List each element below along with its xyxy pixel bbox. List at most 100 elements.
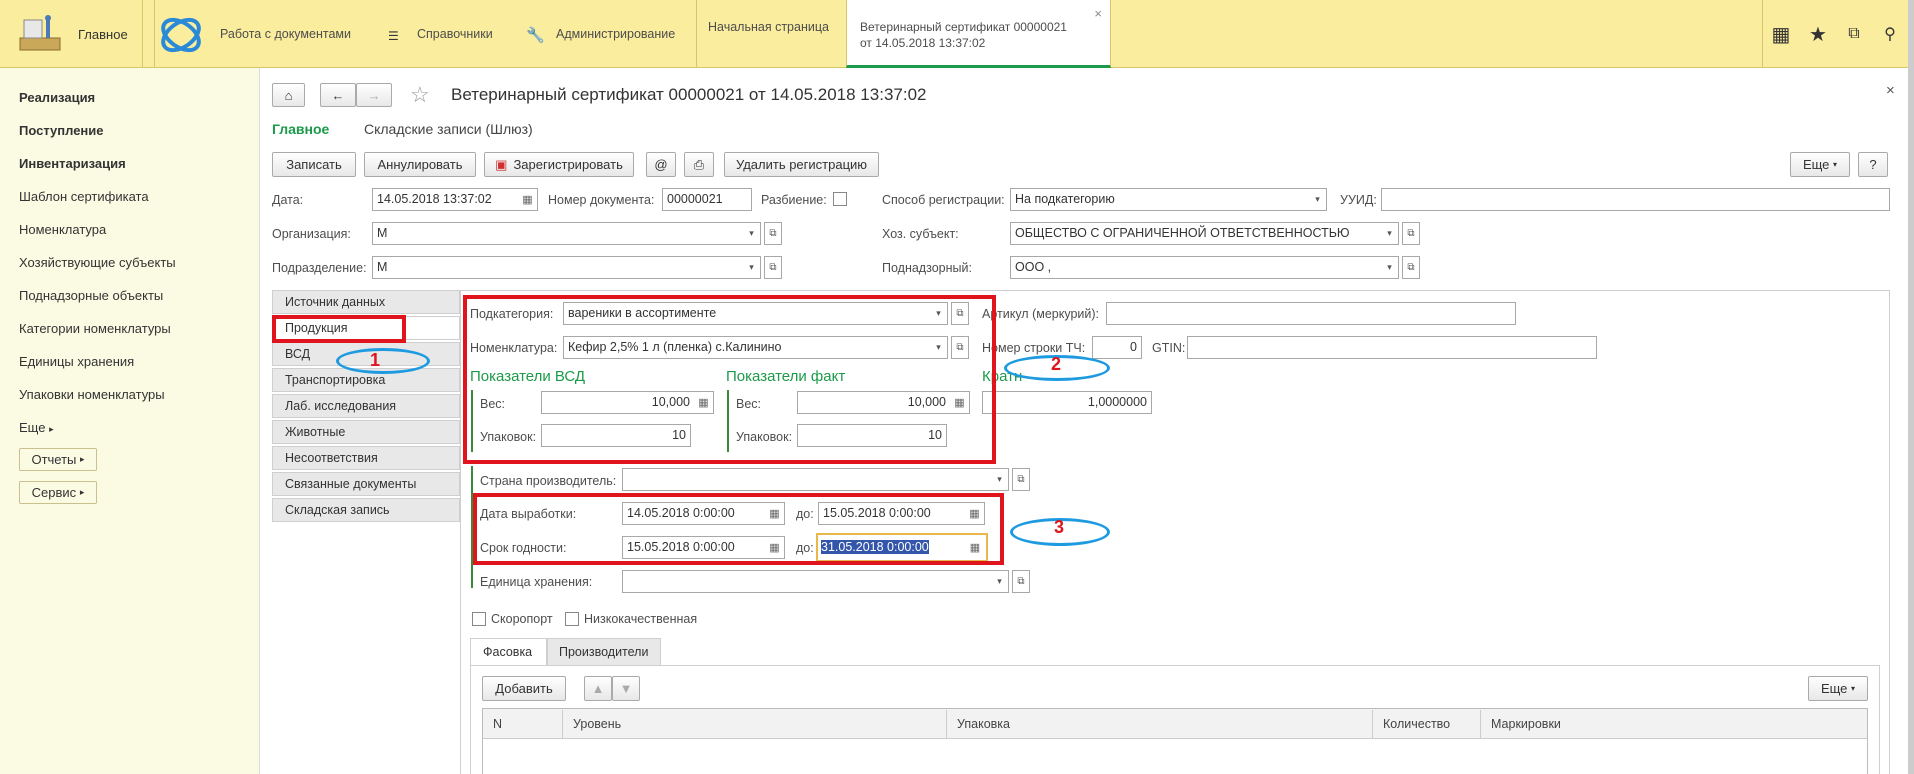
tab-start-page[interactable]: Начальная страница xyxy=(708,20,829,34)
sidetab-source[interactable]: Источник данных xyxy=(272,290,460,314)
back-button[interactable]: ← xyxy=(320,83,356,107)
move-up-button[interactable]: ▲ xyxy=(584,676,612,701)
unit-open-icon[interactable]: ⧉ xyxy=(1012,570,1030,593)
country-dropdown-icon[interactable]: ▾ xyxy=(991,468,1009,491)
star-icon[interactable]: ★ xyxy=(1806,22,1830,46)
sidetab-nonconformity[interactable]: Несоответствия xyxy=(272,446,460,470)
dept-dropdown-icon[interactable]: ▾ xyxy=(743,256,761,279)
search-icon[interactable]: ⚲ xyxy=(1878,22,1902,46)
docnum-field[interactable]: 00000021 xyxy=(662,188,752,211)
date-label: Дата: xyxy=(272,193,304,207)
nav-more[interactable]: Еще ▸ xyxy=(19,420,54,435)
nav-nomenclature[interactable]: Номенклатура xyxy=(19,222,106,237)
annul-button[interactable]: Аннулировать xyxy=(364,152,476,177)
col-level[interactable]: Уровень xyxy=(563,710,947,738)
annotation-box-3 xyxy=(473,493,1004,565)
article-label: Артикул (меркурий): xyxy=(982,307,1100,321)
home-nav-button[interactable]: ⌂ xyxy=(272,83,305,107)
ratio-field[interactable]: 1,0000000 xyxy=(982,391,1152,414)
tab-producers[interactable]: Производители xyxy=(547,638,661,666)
country-field[interactable] xyxy=(622,468,992,491)
subnav-main[interactable]: Главное xyxy=(272,121,329,137)
dept-open-icon[interactable]: ⧉ xyxy=(764,256,782,279)
col-markings[interactable]: Маркировки xyxy=(1481,710,1867,738)
register-button[interactable]: ▣ Зарегистрировать xyxy=(484,152,634,177)
move-down-button[interactable]: ▼ xyxy=(612,676,640,701)
favorite-star-icon[interactable]: ☆ xyxy=(410,82,430,108)
unit-dropdown-icon[interactable]: ▾ xyxy=(991,570,1009,593)
subject-dropdown-icon[interactable]: ▾ xyxy=(1381,222,1399,245)
section-admin[interactable]: Администрирование xyxy=(556,27,675,41)
col-packaging[interactable]: Упаковка xyxy=(947,710,1373,738)
save-button[interactable]: Записать xyxy=(272,152,356,177)
tab-close-icon[interactable]: × xyxy=(1094,6,1102,21)
org-field[interactable]: М xyxy=(372,222,744,245)
lowquality-checkbox[interactable] xyxy=(565,612,579,626)
subject-open-icon[interactable]: ⧉ xyxy=(1402,222,1420,245)
dept-label: Подразделение: xyxy=(272,261,367,275)
tab-packaging[interactable]: Фасовка xyxy=(470,638,547,666)
supervised-open-icon[interactable]: ⧉ xyxy=(1402,256,1420,279)
gtin-field[interactable] xyxy=(1187,336,1597,359)
subnav-warehouse[interactable]: Складские записи (Шлюз) xyxy=(364,121,533,137)
nav-receipt[interactable]: Поступление xyxy=(19,123,104,138)
sidetab-warehouse-record[interactable]: Складская запись xyxy=(272,498,460,522)
apps-grid-icon[interactable]: ▦ xyxy=(1769,22,1793,46)
delete-registration-button[interactable]: Удалить регистрацию xyxy=(724,152,879,177)
nav-business-entities[interactable]: Хозяйствующие субъекты xyxy=(19,255,176,270)
service-button[interactable]: Сервис ▸ xyxy=(19,481,97,504)
section-references[interactable]: Справочники xyxy=(417,27,493,41)
docnum-label: Номер документа: xyxy=(548,193,655,207)
section-documents[interactable]: Работа с документами xyxy=(220,27,351,41)
add-button[interactable]: Добавить xyxy=(482,676,566,701)
sidetab-linked-docs[interactable]: Связанные документы xyxy=(272,472,460,496)
lowquality-label: Низкокачественная xyxy=(584,612,698,626)
rownum-field[interactable]: 0 xyxy=(1092,336,1142,359)
unit-label: Единица хранения: xyxy=(480,575,593,589)
subject-field[interactable]: ОБЩЕСТВО С ОГРАНИЧЕННОЙ ОТВЕТСТВЕННОСТЬЮ xyxy=(1010,222,1382,245)
nav-cert-template[interactable]: Шаблон сертификата xyxy=(19,189,149,204)
col-quantity[interactable]: Количество xyxy=(1373,710,1481,738)
article-field[interactable] xyxy=(1106,302,1516,325)
supervised-field[interactable]: ООО , xyxy=(1010,256,1382,279)
nav-storage-units[interactable]: Единицы хранения xyxy=(19,354,134,369)
supervised-label: Поднадзорный: xyxy=(882,261,972,275)
org-label: Организация: xyxy=(272,227,351,241)
list-icon: ☰ xyxy=(388,29,399,43)
tab-certificate[interactable]: Ветеринарный сертификат 00000021 от 14.0… xyxy=(846,0,1111,68)
col-n[interactable]: N xyxy=(483,710,563,738)
help-button[interactable]: ? xyxy=(1858,152,1888,177)
date-field[interactable]: 14.05.2018 13:37:02 xyxy=(372,188,521,211)
org-dropdown-icon[interactable]: ▾ xyxy=(743,222,761,245)
org-open-icon[interactable]: ⧉ xyxy=(764,222,782,245)
forward-button[interactable]: → xyxy=(356,83,392,107)
annotation-number-2: 2 xyxy=(1051,354,1062,374)
reports-label: Отчеты xyxy=(31,452,77,467)
reports-button[interactable]: Отчеты ▸ xyxy=(19,448,97,471)
regmethod-dropdown-icon[interactable]: ▾ xyxy=(1309,188,1327,211)
print-button[interactable]: ⎙ xyxy=(684,152,714,177)
nav-nomen-categories[interactable]: Категории номенклатуры xyxy=(19,321,171,336)
history-icon[interactable]: ⧉ xyxy=(1842,22,1866,46)
sidetab-animals[interactable]: Животные xyxy=(272,420,460,444)
nav-sales[interactable]: Реализация xyxy=(19,90,95,105)
supervised-dropdown-icon[interactable]: ▾ xyxy=(1381,256,1399,279)
more-button[interactable]: Еще ▾ xyxy=(1790,152,1850,177)
subject-label: Хоз. субъект: xyxy=(882,227,959,241)
country-open-icon[interactable]: ⧉ xyxy=(1012,468,1030,491)
dept-field[interactable]: М xyxy=(372,256,744,279)
calendar-icon[interactable]: ▦ xyxy=(518,188,538,211)
unit-field[interactable] xyxy=(622,570,992,593)
sidetab-lab[interactable]: Лаб. исследования xyxy=(272,394,460,418)
regmethod-field[interactable]: На подкатегорию xyxy=(1010,188,1310,211)
nav-nomen-packaging[interactable]: Упаковки номенклатуры xyxy=(19,387,165,402)
nav-inventory[interactable]: Инвентаризация xyxy=(19,156,126,171)
email-button[interactable]: @ xyxy=(646,152,676,177)
split-checkbox[interactable] xyxy=(833,192,847,206)
table-more-button[interactable]: Еще ▾ xyxy=(1808,676,1868,701)
nav-supervised-objects[interactable]: Поднадзорные объекты xyxy=(19,288,163,303)
home-section[interactable]: Главное xyxy=(0,0,143,68)
form-close-icon[interactable]: × xyxy=(1886,82,1895,99)
uuid-field[interactable] xyxy=(1381,188,1890,211)
perishable-checkbox[interactable] xyxy=(472,612,486,626)
